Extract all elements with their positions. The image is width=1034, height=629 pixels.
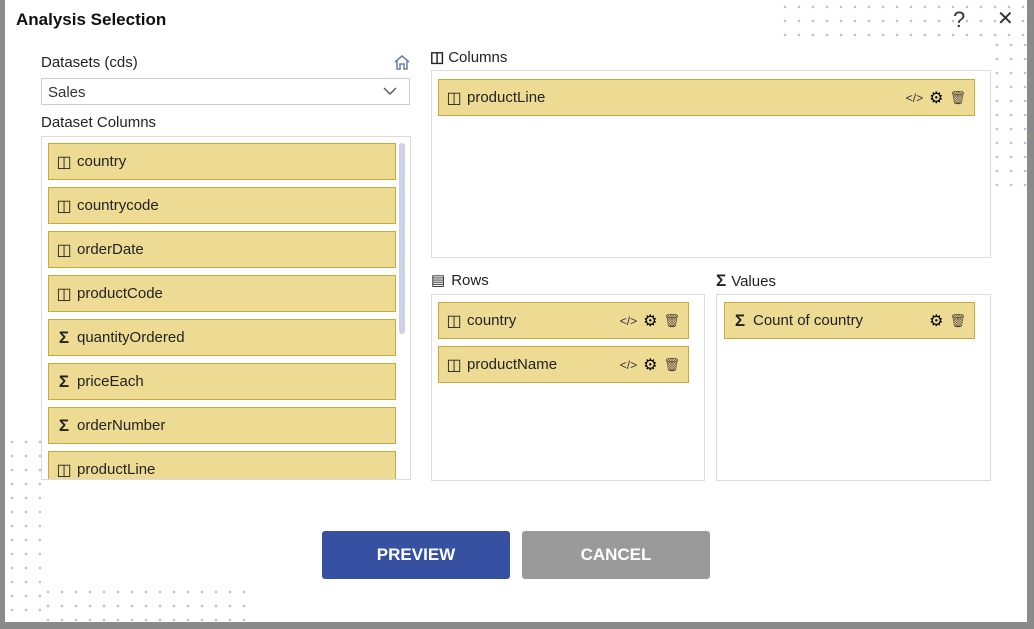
field-chip[interactable]: ◫ productCode <box>48 275 396 312</box>
home-icon[interactable] <box>393 54 411 71</box>
sigma-icon: Σ <box>58 371 70 391</box>
field-chip[interactable]: ◫ productLine <box>48 451 396 479</box>
trash-icon[interactable]: 🗑 <box>663 313 680 329</box>
decorative-dots <box>778 0 1028 38</box>
decorative-dots <box>990 38 1028 186</box>
cancel-button[interactable]: CANCEL <box>522 531 710 579</box>
trash-icon[interactable]: 🗑 <box>949 90 966 106</box>
field-label: priceEach <box>77 373 144 390</box>
column-icon: ◫ <box>56 241 72 259</box>
help-button[interactable]: ? <box>953 9 965 31</box>
gear-icon[interactable]: ⚙ <box>643 311 657 331</box>
rows-icon: ▤ <box>431 272 446 289</box>
field-chip[interactable]: ΣpriceEach <box>48 363 396 400</box>
field-chip[interactable]: ΣorderNumber <box>48 407 396 444</box>
trash-icon[interactable]: 🗑 <box>663 357 680 373</box>
sigma-icon: Σ <box>58 327 70 347</box>
dialog-title: Analysis Selection <box>16 10 167 29</box>
field-chip[interactable]: ◫ countrycode <box>48 187 396 224</box>
columns-dropzone[interactable]: ◫ productLine </> ⚙ 🗑 <box>431 70 991 258</box>
gear-icon[interactable]: ⚙ <box>643 355 657 375</box>
field-actions: </> ⚙ 🗑 <box>620 355 680 375</box>
field-label: country <box>77 153 127 170</box>
scrollbar-thumb[interactable] <box>399 143 405 334</box>
field-chip[interactable]: ΣquantityOrdered <box>48 319 396 356</box>
field-label: countrycode <box>77 197 159 214</box>
code-icon[interactable]: </> <box>620 314 637 328</box>
decorative-dots <box>5 435 41 621</box>
field-label: Count of country <box>753 312 864 329</box>
close-button[interactable]: ✕ <box>997 9 1014 29</box>
sigma-icon: Σ <box>734 310 746 330</box>
datasets-label: Datasets (cds) <box>41 54 138 71</box>
field-chip[interactable]: ◫ orderDate <box>48 231 396 268</box>
chevron-down-icon <box>383 87 397 95</box>
field-label: orderDate <box>77 241 144 258</box>
field-chip[interactable]: ◫ productLine </> ⚙ 🗑 <box>438 79 975 116</box>
column-icon: ◫ <box>446 356 462 374</box>
code-icon[interactable]: </> <box>620 358 637 372</box>
column-icon: ◫ <box>56 285 72 303</box>
field-label: quantityOrdered <box>77 329 185 346</box>
field-actions: </> ⚙ 🗑 <box>906 88 966 108</box>
columns-icon: ◫ <box>430 49 445 66</box>
column-icon: ◫ <box>56 197 72 215</box>
gear-icon[interactable]: ⚙ <box>929 311 943 331</box>
field-label: productCode <box>77 285 163 302</box>
field-label: orderNumber <box>77 417 166 434</box>
field-label: productLine <box>77 461 156 478</box>
dataset-select-value: Sales <box>48 84 86 101</box>
dataset-select[interactable]: Sales <box>41 78 410 105</box>
dataset-columns-label: Dataset Columns <box>41 114 157 131</box>
field-chip[interactable]: ◫ country <box>48 143 396 180</box>
field-label: country <box>467 312 517 329</box>
values-label: Σ Values <box>716 271 776 290</box>
trash-icon[interactable]: 🗑 <box>949 313 966 329</box>
columns-label: ◫ Columns <box>430 49 508 66</box>
column-icon: ◫ <box>446 89 462 107</box>
field-actions: </> ⚙ 🗑 <box>620 311 680 331</box>
field-chip[interactable]: ◫ country </> ⚙ 🗑 <box>438 302 689 339</box>
rows-label: ▤ Rows <box>431 272 489 289</box>
column-icon: ◫ <box>446 312 462 330</box>
code-icon[interactable]: </> <box>906 91 923 105</box>
column-icon: ◫ <box>56 153 72 171</box>
sigma-icon: Σ <box>716 271 727 290</box>
field-label: productName <box>467 356 558 373</box>
preview-button[interactable]: PREVIEW <box>322 531 510 579</box>
gear-icon[interactable]: ⚙ <box>929 88 943 108</box>
values-dropzone[interactable]: Σ Count of country ⚙ 🗑 <box>716 294 991 481</box>
decorative-dots <box>41 585 251 621</box>
field-chip[interactable]: ◫ productName </> ⚙ 🗑 <box>438 346 689 383</box>
rows-dropzone[interactable]: ◫ country </> ⚙ 🗑 ◫ productName </> ⚙ 🗑 <box>431 294 705 481</box>
column-icon: ◫ <box>56 461 72 479</box>
sigma-icon: Σ <box>58 415 70 435</box>
field-chip[interactable]: Σ Count of country ⚙ 🗑 <box>724 302 975 339</box>
dataset-columns-list: ◫ country ◫ countrycode ◫ orderDate ◫ productCo… <box>41 136 411 480</box>
field-actions: ⚙ 🗑 <box>929 311 966 331</box>
field-label: productLine <box>467 89 546 106</box>
